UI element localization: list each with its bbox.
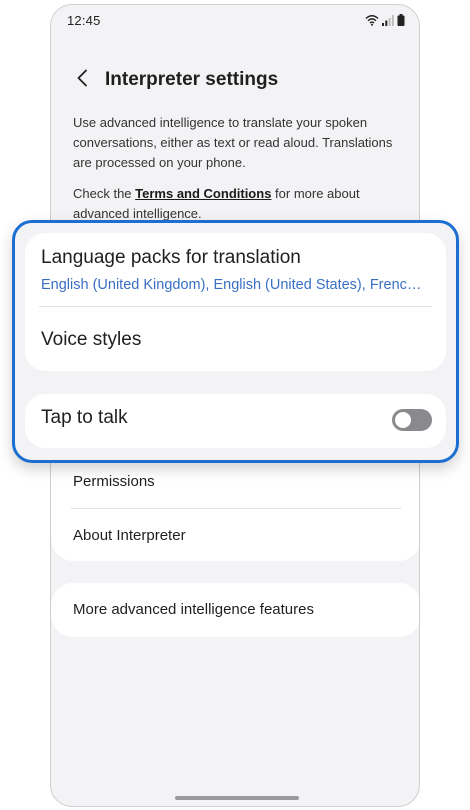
- terms-text: Check the Terms and Conditions for more …: [73, 184, 393, 224]
- terms-prefix: Check the: [73, 186, 136, 201]
- more-features-card: More advanced intelligence features: [51, 583, 419, 637]
- tap-to-talk-label: Tap to talk: [41, 407, 128, 428]
- home-indicator: [175, 796, 299, 800]
- toggle-knob: [395, 412, 411, 428]
- permissions-item[interactable]: Permissions: [73, 473, 155, 490]
- highlight-callout: Language packs for translation English (…: [12, 220, 459, 463]
- tap-to-talk-toggle[interactable]: [392, 409, 432, 431]
- status-time: 12:45: [67, 13, 101, 28]
- status-icons: [365, 13, 405, 31]
- language-packs-item[interactable]: Language packs for translation: [41, 247, 301, 269]
- voice-styles-item[interactable]: Voice styles: [41, 329, 141, 351]
- tap-to-talk-card: Tap to talk: [25, 394, 446, 448]
- divider: [39, 306, 432, 307]
- status-bar: 12:45: [51, 5, 419, 39]
- description-text: Use advanced intelligence to translate y…: [73, 115, 393, 170]
- back-button[interactable]: [67, 65, 97, 95]
- page-title: Interpreter settings: [105, 69, 279, 90]
- chevron-left-icon: [76, 69, 88, 92]
- about-interpreter-item[interactable]: About Interpreter: [73, 527, 186, 544]
- battery-icon: [397, 13, 405, 31]
- signal-icon: [382, 13, 394, 31]
- terms-link[interactable]: Terms and Conditions: [135, 186, 271, 201]
- wifi-icon: [365, 13, 379, 31]
- more-features-item[interactable]: More advanced intelligence features: [73, 601, 314, 618]
- translation-settings-card: Language packs for translation English (…: [25, 233, 446, 371]
- language-packs-subtitle: English (United Kingdom), English (Unite…: [41, 277, 429, 293]
- header: Interpreter settings: [51, 61, 419, 105]
- canvas: 12:45 Interpreter settings Use advanced …: [0, 0, 470, 810]
- divider: [71, 508, 401, 509]
